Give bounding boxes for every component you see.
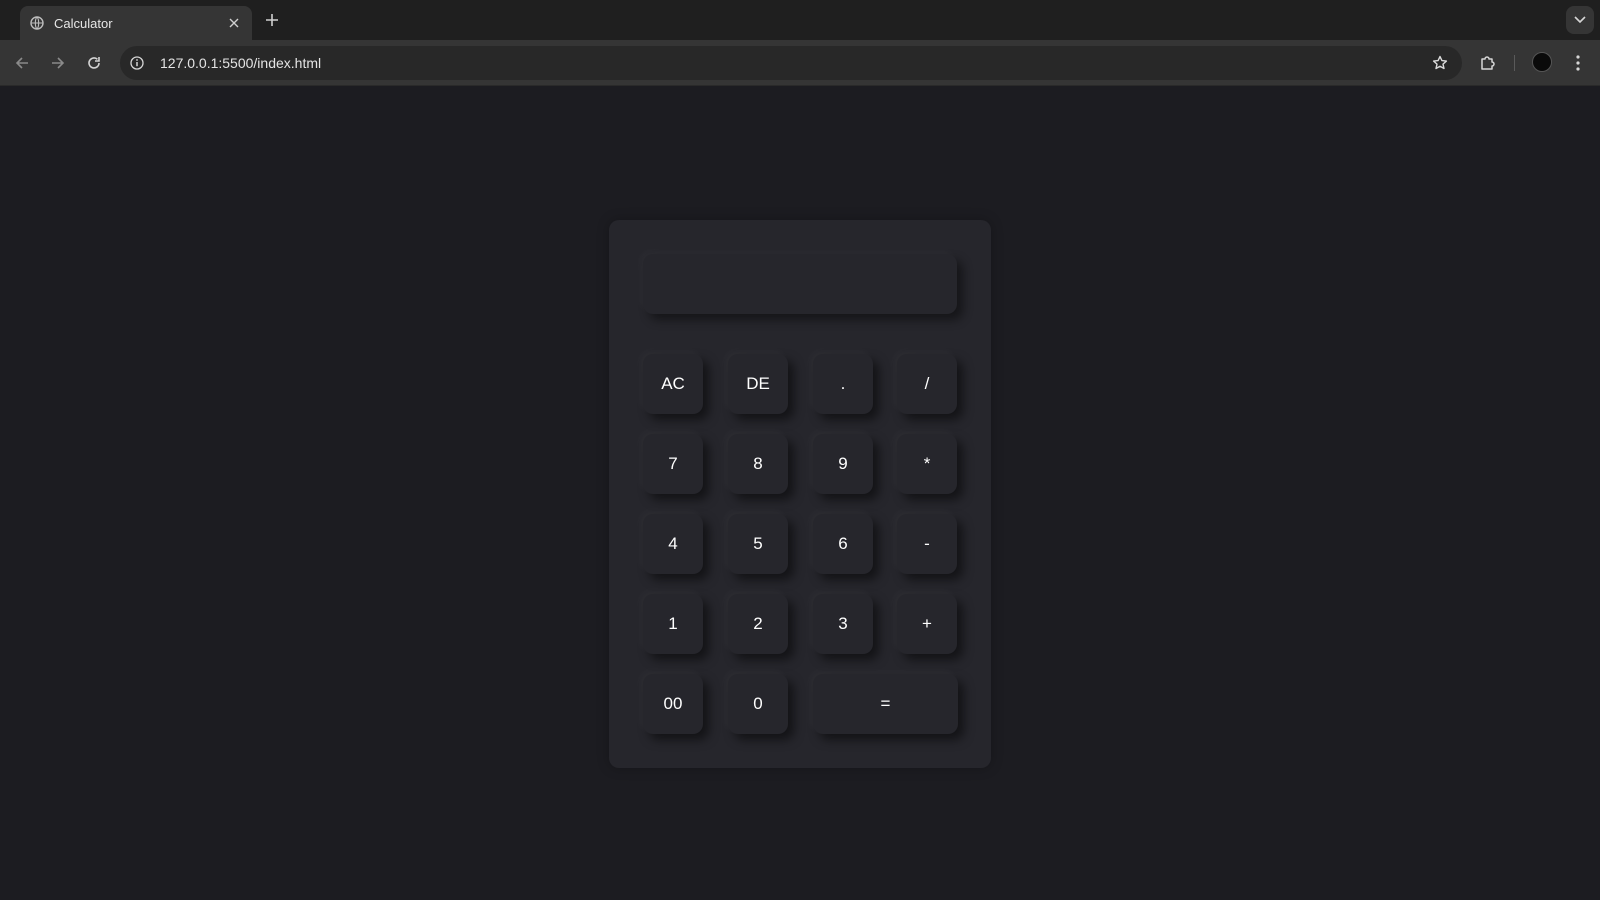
- back-arrow-icon[interactable]: [10, 51, 34, 75]
- key-de[interactable]: DE: [728, 354, 788, 414]
- key-ac[interactable]: AC: [643, 354, 703, 414]
- key-8[interactable]: 8: [728, 434, 788, 494]
- reload-icon[interactable]: [82, 51, 106, 75]
- key-1[interactable]: 1: [643, 594, 703, 654]
- key-decimal[interactable]: .: [813, 354, 873, 414]
- forward-arrow-icon[interactable]: [46, 51, 70, 75]
- key-3[interactable]: 3: [813, 594, 873, 654]
- key-divide[interactable]: /: [897, 354, 957, 414]
- star-icon[interactable]: [1426, 49, 1454, 77]
- tab-calculator[interactable]: Calculator: [20, 6, 252, 40]
- key-plus[interactable]: +: [897, 594, 957, 654]
- address-bar[interactable]: 127.0.0.1:5500/index.html: [120, 46, 1462, 80]
- browser-toolbar: 127.0.0.1:5500/index.html: [0, 40, 1600, 86]
- key-0[interactable]: 0: [728, 674, 788, 734]
- chevron-down-icon[interactable]: [1566, 6, 1594, 34]
- key-2[interactable]: 2: [728, 594, 788, 654]
- key-7[interactable]: 7: [643, 434, 703, 494]
- key-4[interactable]: 4: [643, 514, 703, 574]
- globe-icon: [30, 16, 44, 30]
- puzzle-icon[interactable]: [1476, 51, 1500, 75]
- calculator-display[interactable]: [643, 254, 957, 314]
- key-9[interactable]: 9: [813, 434, 873, 494]
- key-multiply[interactable]: *: [897, 434, 957, 494]
- key-5[interactable]: 5: [728, 514, 788, 574]
- kebab-menu-icon[interactable]: [1566, 51, 1590, 75]
- url-text: 127.0.0.1:5500/index.html: [160, 55, 322, 71]
- tab-title: Calculator: [54, 15, 113, 31]
- info-icon[interactable]: [124, 50, 150, 76]
- key-equals[interactable]: =: [813, 674, 958, 734]
- avatar[interactable]: [1532, 52, 1552, 72]
- tab-strip: Calculator: [0, 0, 1600, 40]
- plus-icon[interactable]: [262, 10, 282, 30]
- key-6[interactable]: 6: [813, 514, 873, 574]
- calculator: AC DE . / 7 8 9 * 4 5 6 - 1 2 3 + 00 0 =: [609, 220, 991, 768]
- close-icon[interactable]: [226, 15, 242, 31]
- key-00[interactable]: 00: [643, 674, 703, 734]
- key-minus[interactable]: -: [897, 514, 957, 574]
- toolbar-divider: [1514, 55, 1515, 71]
